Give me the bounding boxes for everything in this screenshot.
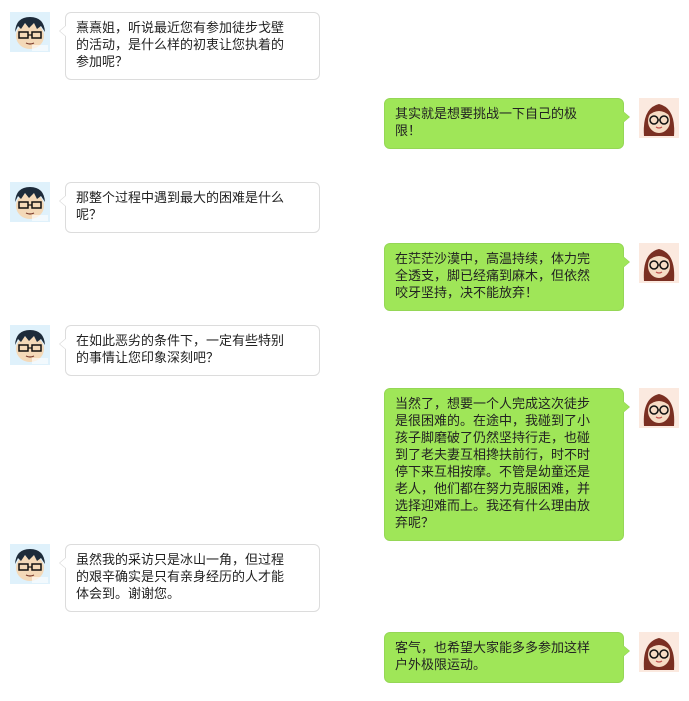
message-bubble: 熹熹姐，听说最近您有参加徒步戈壁 的活动，是什么样的初衷让您执着的 参加呢？ <box>59 12 320 80</box>
message-bubble: 在茫茫沙漠中，高温持续，体力完 全透支，脚已经痛到麻木，但依然 咬牙坚持，决不能… <box>384 243 630 311</box>
message-bubble: 在如此恶劣的条件下，一定有些特别 的事情让您印象深刻吧？ <box>59 325 320 376</box>
girl-avatar-icon[interactable] <box>639 632 679 672</box>
message-bubble: 虽然我的采访只是冰山一角，但过程 的艰辛确实是只有亲身经历的人才能 体会到。谢谢… <box>59 544 320 612</box>
message-bubble: 那整个过程中遇到最大的困难是什么 呢？ <box>59 182 320 233</box>
boy-avatar-icon[interactable] <box>10 325 50 365</box>
message-bubble: 客气，也希望大家能多多参加这样 户外极限运动。 <box>384 632 630 683</box>
boy-avatar-icon[interactable] <box>10 182 50 222</box>
girl-avatar-icon[interactable] <box>639 388 679 428</box>
message-bubble: 其实就是想要挑战一下自己的极 限！ <box>384 98 630 149</box>
boy-avatar-icon[interactable] <box>10 12 50 52</box>
message-bubble: 当然了，想要一个人完成这次徒步 是很困难的。在途中，我碰到了小 孩子脚磨破了仍然… <box>384 388 630 541</box>
girl-avatar-icon[interactable] <box>639 98 679 138</box>
boy-avatar-icon[interactable] <box>10 544 50 584</box>
girl-avatar-icon[interactable] <box>639 243 679 283</box>
